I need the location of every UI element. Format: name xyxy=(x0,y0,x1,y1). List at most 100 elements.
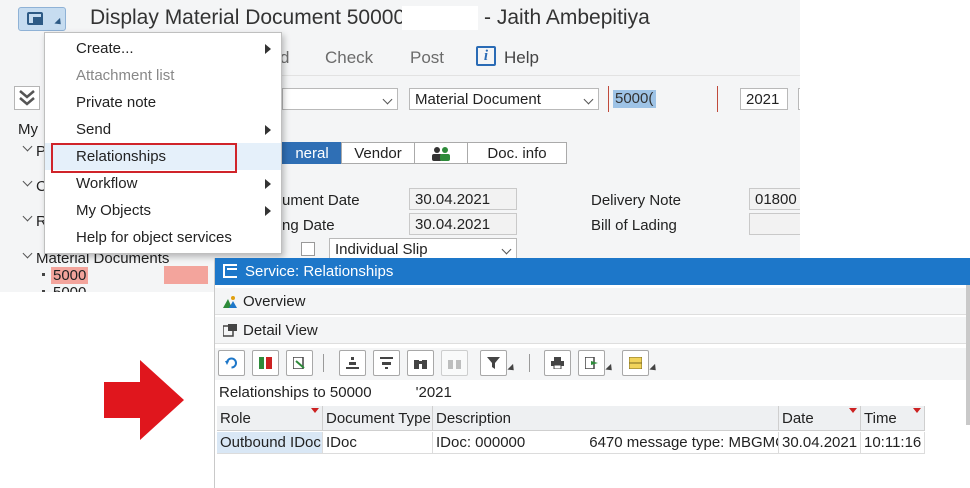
caption-suffix: '2021 xyxy=(415,384,452,401)
tab-doc-info[interactable]: Doc. info xyxy=(467,142,567,164)
align-center-icon xyxy=(346,357,359,369)
bullet-icon xyxy=(42,273,45,276)
menu-item-workflow[interactable]: Workflow xyxy=(45,170,281,197)
export-button[interactable] xyxy=(578,350,615,376)
sidebar-item-doc-1[interactable]: 5000 xyxy=(51,267,89,284)
delete-relation-button[interactable] xyxy=(286,350,313,376)
transaction-dropdown[interactable] xyxy=(282,88,398,110)
menu-item-label: Private note xyxy=(76,94,157,111)
detail-view-bar[interactable]: Detail View xyxy=(215,317,970,344)
application-toolbar: d Check Post i Help xyxy=(280,40,800,76)
column-header-date[interactable]: Date xyxy=(779,406,861,431)
table-cell-role[interactable]: Outbound IDoc xyxy=(217,432,323,454)
menu-item-help-object-services[interactable]: Help for object services xyxy=(45,224,281,251)
sidebar-item-doc-2[interactable]: 5000 xyxy=(53,284,86,292)
services-icon-inner xyxy=(33,17,43,25)
help-icon[interactable]: i xyxy=(476,46,496,66)
relationships-dialog: Service: Relationships Overview Detail V… xyxy=(214,258,970,488)
table-cell-document-type[interactable]: IDoc xyxy=(323,432,433,454)
chevron-down-icon xyxy=(382,94,393,105)
align-center-button[interactable] xyxy=(339,350,366,376)
column-header-role[interactable]: Role xyxy=(217,406,323,431)
tab-general[interactable]: neral xyxy=(282,142,342,164)
dropdown-icon xyxy=(507,363,517,374)
expand-icon[interactable] xyxy=(22,248,33,259)
filter-icon xyxy=(487,357,500,369)
menu-item-label: Create... xyxy=(76,40,134,57)
document-date-field: 30.04.2021 xyxy=(409,188,517,210)
column-header-document-type[interactable]: Document Type xyxy=(323,406,433,431)
dialog-title-bar: Service: Relationships xyxy=(215,258,970,285)
document-number-value: 5000( xyxy=(613,90,656,108)
dropdown-icon xyxy=(605,363,615,374)
refresh-button[interactable] xyxy=(218,350,245,376)
find-next-icon xyxy=(448,360,461,369)
filter-button[interactable] xyxy=(480,350,517,376)
layout-button[interactable] xyxy=(622,350,659,376)
column-header-description[interactable]: Description xyxy=(433,406,779,431)
tab-partners[interactable] xyxy=(414,142,468,164)
bill-of-lading-field xyxy=(749,213,800,235)
collapse-arrows-button[interactable] xyxy=(14,86,40,110)
printer-icon xyxy=(551,357,564,369)
print-checkbox[interactable] xyxy=(301,242,315,256)
help-button[interactable]: Help xyxy=(504,48,539,68)
cell-value-suffix: 6470 message type: MBGMCR xyxy=(589,434,779,451)
cell-value: Outbound IDoc xyxy=(220,434,321,451)
expand-icon[interactable] xyxy=(22,141,33,152)
submenu-arrow-icon xyxy=(265,125,271,135)
print-version-dropdown[interactable]: Individual Slip xyxy=(329,238,517,260)
menu-item-private-note[interactable]: Private note xyxy=(45,89,281,116)
overview-bar[interactable]: Overview xyxy=(215,288,970,315)
menu-item-label: Send xyxy=(76,121,112,138)
tab-doc-info-label: Doc. info xyxy=(487,145,547,162)
expand-icon[interactable] xyxy=(22,211,33,222)
menu-item-label: Help for object services xyxy=(76,229,232,246)
dropdown-icon xyxy=(649,363,659,374)
expand-icon[interactable] xyxy=(22,176,33,187)
find-next-button[interactable] xyxy=(441,350,468,376)
document-number-input[interactable]: 5000( xyxy=(608,86,718,112)
column-header-label: Time xyxy=(864,410,897,427)
window-title: Display Material Document 50000 xyxy=(90,6,406,29)
tab-general-label: neral xyxy=(295,145,329,162)
people-icon xyxy=(432,147,450,161)
extra-field[interactable] xyxy=(798,88,800,110)
table-cell-time[interactable]: 10:11:16 xyxy=(861,432,925,454)
check-button[interactable]: Check xyxy=(325,48,373,68)
find-button[interactable] xyxy=(407,350,434,376)
table-cell-description[interactable]: IDoc: 000000 6470 message type: MBGMCR xyxy=(433,432,779,454)
bullet-icon xyxy=(42,290,45,292)
year-input[interactable]: 2021 xyxy=(740,88,788,110)
bill-of-lading-label: Bill of Lading xyxy=(591,217,677,234)
post-button[interactable]: Post xyxy=(410,48,444,68)
cell-value: 30.04.2021 xyxy=(782,434,858,451)
relationships-caption: Relationships to 50000 '2021 xyxy=(219,384,452,401)
document-type-dropdown[interactable]: Material Document xyxy=(409,88,599,110)
gos-menu-button[interactable] xyxy=(18,7,66,31)
service-icon-arrow xyxy=(227,268,237,270)
menu-item-relationships[interactable]: Relationships xyxy=(45,143,281,173)
submenu-arrow-icon xyxy=(265,44,271,54)
table-cell-date[interactable]: 30.04.2021 xyxy=(779,432,861,454)
column-header-time[interactable]: Time xyxy=(861,406,925,431)
tab-vendor-label: Vendor xyxy=(354,145,402,162)
refresh-icon xyxy=(225,357,237,369)
create-relation-button[interactable] xyxy=(252,350,279,376)
sort-marker-icon xyxy=(913,408,921,413)
sidebar-my-label: My xyxy=(18,121,38,138)
menu-item-send[interactable]: Send xyxy=(45,116,281,143)
menu-item-my-objects[interactable]: My Objects xyxy=(45,197,281,224)
tab-vendor[interactable]: Vendor xyxy=(341,142,415,164)
submenu-arrow-icon xyxy=(265,206,271,216)
print-button[interactable] xyxy=(544,350,571,376)
sap-main-window: Display Material Document 50000 - Jaith … xyxy=(0,0,800,292)
posting-date-label: ng Date xyxy=(282,217,335,234)
detail-view-icon xyxy=(223,324,237,337)
sort-button[interactable] xyxy=(373,350,400,376)
column-header-label: Description xyxy=(436,410,512,427)
red-arrow-icon xyxy=(104,360,184,440)
delivery-note-value: 01800 xyxy=(755,191,797,208)
relation-icon xyxy=(259,357,272,369)
menu-item-create[interactable]: Create... xyxy=(45,35,281,62)
